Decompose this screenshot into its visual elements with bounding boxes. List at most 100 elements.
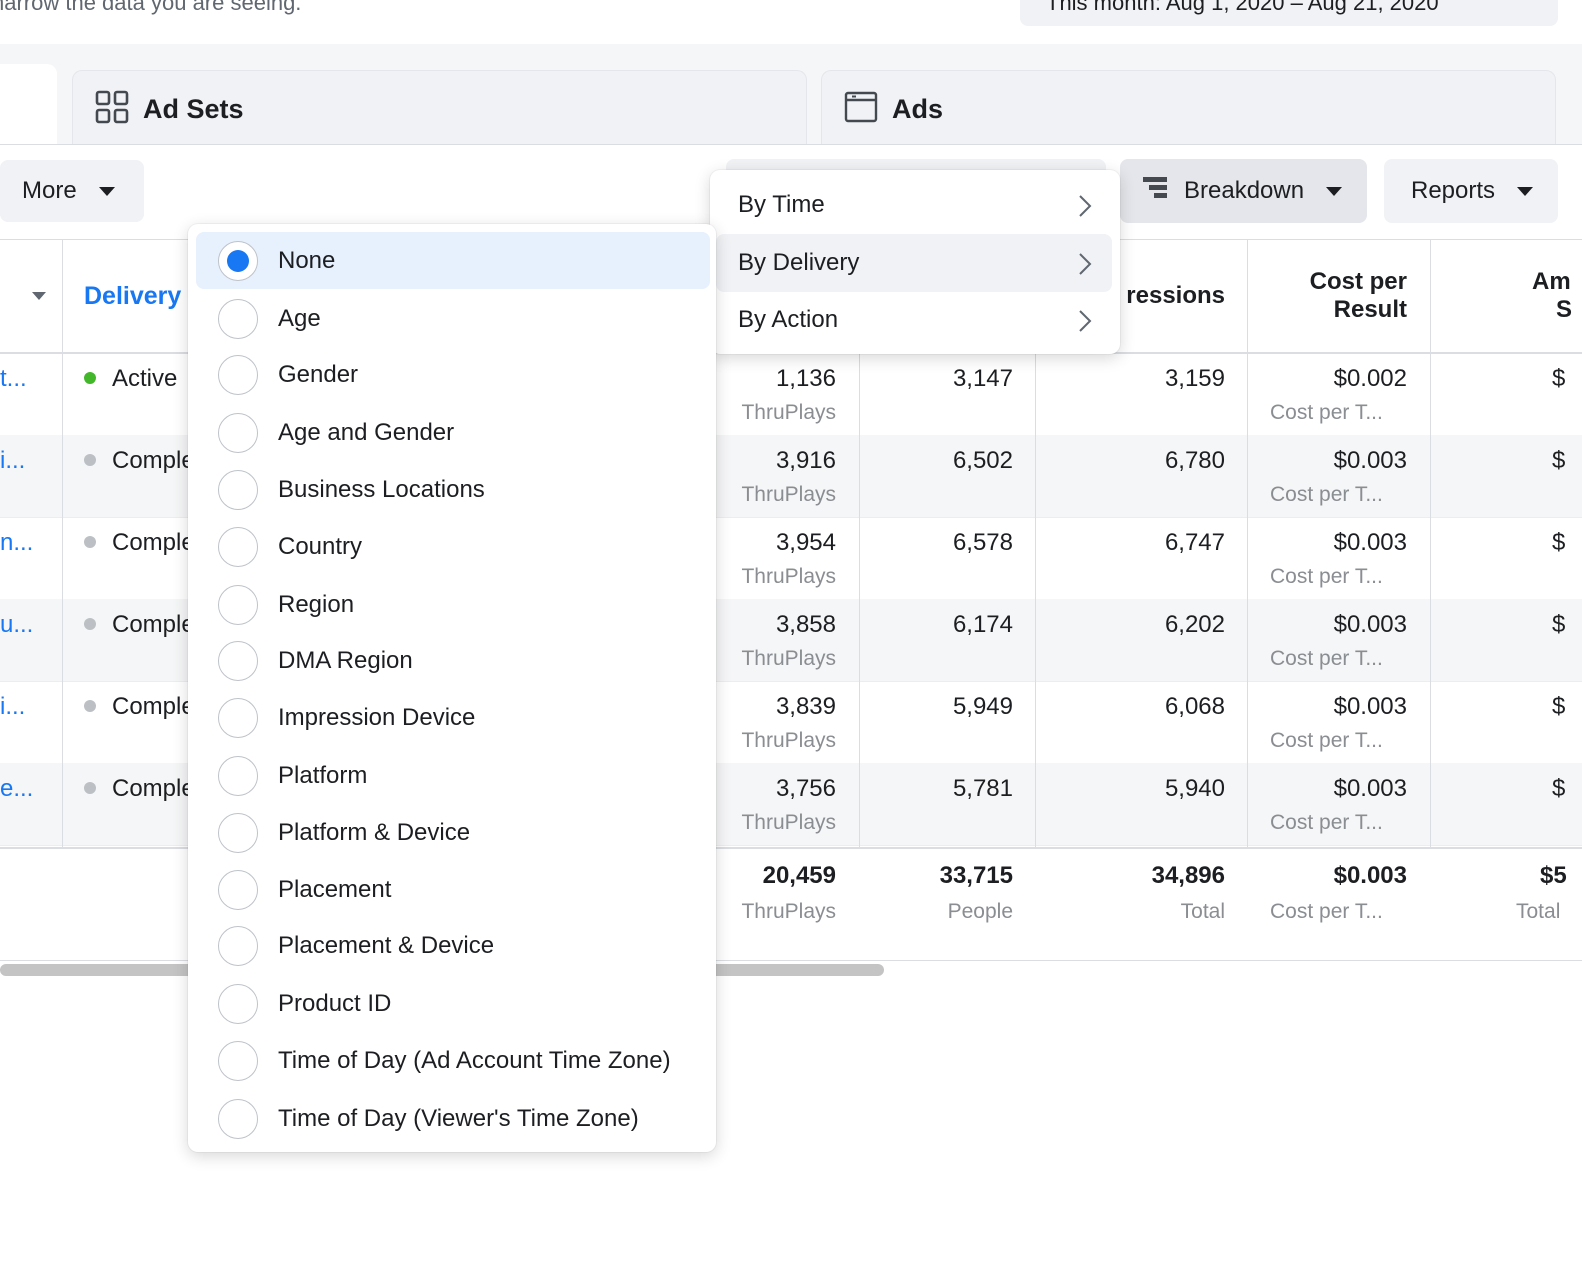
radio-button-icon[interactable] xyxy=(218,526,258,567)
total-results: 20,459 xyxy=(762,862,836,889)
row-name-link[interactable]: e... xyxy=(0,775,33,803)
column-header-cost-per-result[interactable]: Cost per Result xyxy=(1260,268,1407,324)
delivery-option[interactable]: DMA Region xyxy=(196,632,710,689)
sort-caret-icon[interactable] xyxy=(32,292,46,300)
status-dot-icon xyxy=(84,372,96,384)
row-cost-unit: Cost per T... xyxy=(1270,565,1383,588)
delivery-option[interactable]: Gender xyxy=(196,346,710,403)
row-cost-per-result: $0.002 xyxy=(1333,365,1407,392)
column-header-delivery[interactable]: Delivery xyxy=(84,282,181,311)
row-results: 1,136 xyxy=(775,365,836,392)
delivery-option[interactable]: None xyxy=(196,232,710,289)
delivery-option[interactable]: Impression Device xyxy=(196,689,710,746)
tab-campaigns[interactable] xyxy=(0,64,57,148)
filter-hint-text: narrow the data you are seeing. xyxy=(0,0,302,15)
radio-button-icon[interactable] xyxy=(218,1040,258,1081)
more-button[interactable]: More xyxy=(0,160,144,222)
radio-button-icon[interactable] xyxy=(218,812,258,853)
delivery-option-label: Platform & Device xyxy=(278,818,471,846)
row-name-link[interactable]: u... xyxy=(0,611,33,639)
delivery-option[interactable]: Time of Day (Ad Account Time Zone) xyxy=(196,1032,710,1089)
row-name-link[interactable]: i... xyxy=(0,447,25,475)
radio-button-icon[interactable] xyxy=(218,1098,258,1139)
breakdown-button[interactable]: Breakdown xyxy=(1120,159,1367,223)
radio-button-icon[interactable] xyxy=(218,755,258,796)
delivery-option-label: Placement & Device xyxy=(278,931,495,959)
breakdown-button-label: Breakdown xyxy=(1184,177,1305,204)
row-name-link[interactable]: n... xyxy=(0,529,33,557)
radio-button-icon[interactable] xyxy=(218,983,258,1024)
row-results-unit: ThruPlays xyxy=(741,565,836,588)
chevron-right-icon xyxy=(1079,253,1092,275)
row-delivery-status: Comple xyxy=(112,447,195,474)
delivery-option-label: Impression Device xyxy=(278,703,476,731)
radio-button-icon[interactable] xyxy=(218,298,258,339)
total-cost-unit: Cost per T... xyxy=(1270,900,1383,923)
breakdown-icon xyxy=(1142,175,1168,208)
radio-button-icon[interactable] xyxy=(218,469,258,510)
row-name-link[interactable]: t... xyxy=(0,365,27,393)
delivery-option-label: Region xyxy=(278,590,355,618)
row-delivery-status: Comple xyxy=(112,693,195,720)
row-cost-per-result: $0.003 xyxy=(1333,611,1407,638)
radio-button-icon[interactable] xyxy=(218,640,258,681)
delivery-option[interactable]: Business Locations xyxy=(196,461,710,518)
row-reach: 6,502 xyxy=(952,447,1013,474)
reports-button-label: Reports xyxy=(1411,177,1496,204)
row-amount-spent: $ xyxy=(1552,447,1566,474)
radio-button-icon[interactable] xyxy=(218,240,258,281)
row-cost-unit: Cost per T... xyxy=(1270,483,1383,506)
column-header-amount-line1: Am xyxy=(1532,268,1571,295)
row-cost-per-result: $0.003 xyxy=(1333,693,1407,720)
radio-button-icon[interactable] xyxy=(218,869,258,910)
radio-button-icon[interactable] xyxy=(218,925,258,966)
total-results-unit: ThruPlays xyxy=(741,900,836,923)
delivery-option-label: Age xyxy=(278,304,321,332)
delivery-option-label: Country xyxy=(278,532,363,560)
radio-button-icon[interactable] xyxy=(218,697,258,738)
delivery-option[interactable]: Product ID xyxy=(196,975,710,1032)
delivery-option-label: None xyxy=(278,246,336,274)
delivery-option[interactable]: Age xyxy=(196,290,710,347)
status-dot-icon xyxy=(84,700,96,712)
delivery-option[interactable]: Placement & Device xyxy=(196,917,710,974)
breakdown-menu-item-by-delivery[interactable]: By Delivery xyxy=(716,234,1112,292)
delivery-option[interactable]: Time of Day (Viewer's Time Zone) xyxy=(196,1090,710,1147)
breakdown-menu-item-label: By Action xyxy=(738,306,839,333)
tab-ad-sets-label: Ad Sets xyxy=(143,94,244,124)
row-impressions: 3,159 xyxy=(1164,365,1225,392)
radio-button-icon[interactable] xyxy=(218,584,258,625)
delivery-option[interactable]: Platform xyxy=(196,747,710,804)
caret-down-icon xyxy=(98,186,115,196)
delivery-option[interactable]: Country xyxy=(196,518,710,575)
tab-ads-label: Ads xyxy=(892,94,944,124)
delivery-option[interactable]: Placement xyxy=(196,861,710,918)
row-cost-per-result: $0.003 xyxy=(1333,529,1407,556)
row-amount-spent: $ xyxy=(1552,775,1566,802)
breakdown-menu-item-by-time[interactable]: By Time xyxy=(716,176,1112,234)
tab-ad-sets[interactable]: Ad Sets xyxy=(72,70,807,148)
date-range-label[interactable]: This month: Aug 1, 2020 – Aug 21, 2020 xyxy=(1046,0,1439,16)
delivery-option[interactable]: Region xyxy=(196,576,710,633)
row-name-link[interactable]: i... xyxy=(0,693,25,721)
status-dot-icon xyxy=(84,782,96,794)
row-reach: 5,949 xyxy=(952,693,1013,720)
row-impressions: 6,068 xyxy=(1164,693,1225,720)
radio-button-icon[interactable] xyxy=(218,354,258,395)
grid-icon xyxy=(95,90,129,129)
row-reach: 6,174 xyxy=(952,611,1013,638)
row-cost-unit: Cost per T... xyxy=(1270,811,1383,834)
row-results: 3,954 xyxy=(775,529,836,556)
delivery-option[interactable]: Platform & Device xyxy=(196,804,710,861)
row-reach: 5,781 xyxy=(952,775,1013,802)
radio-button-icon[interactable] xyxy=(218,412,258,453)
tab-ads[interactable]: Ads xyxy=(821,70,1556,148)
row-cost-unit: Cost per T... xyxy=(1270,401,1383,424)
reports-button[interactable]: Reports xyxy=(1384,159,1558,223)
row-impressions: 6,202 xyxy=(1164,611,1225,638)
row-results-unit: ThruPlays xyxy=(741,401,836,424)
column-header-amount-spent[interactable]: Am S xyxy=(1500,268,1582,324)
row-cost-unit: Cost per T... xyxy=(1270,647,1383,670)
breakdown-menu-item-by-action[interactable]: By Action xyxy=(716,291,1112,349)
delivery-option[interactable]: Age and Gender xyxy=(196,404,710,461)
